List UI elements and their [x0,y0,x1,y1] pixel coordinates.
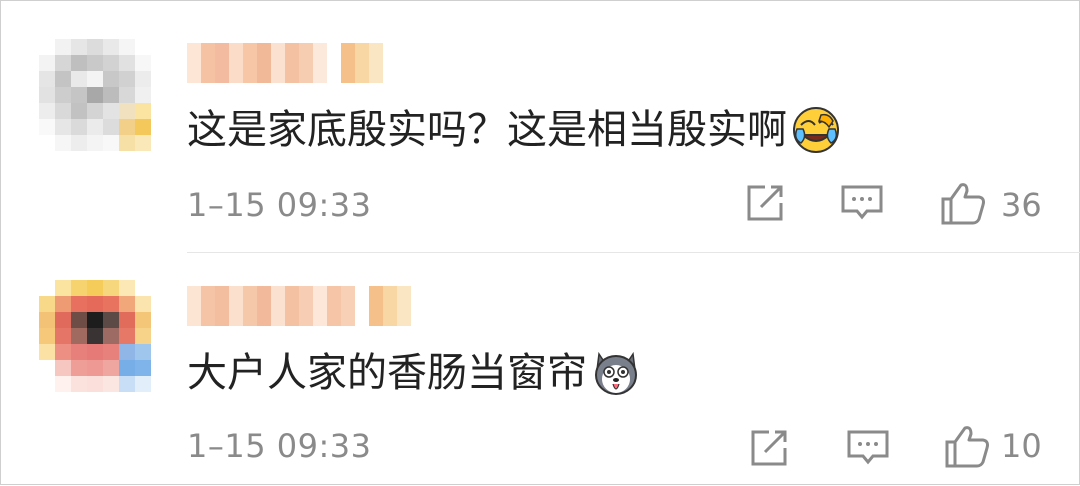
like-button[interactable] [943,422,991,470]
reply-button[interactable] [845,428,891,470]
thumbs-up-icon [945,426,989,468]
share-button[interactable] [743,181,787,225]
comment-icon [847,430,889,465]
like-count: 10 [1001,427,1042,465]
comment-text: 这是家底殷实吗？这是相当殷实啊 [187,105,841,155]
husky-dog-emoji-icon [591,348,641,398]
comment-text-content: 大户人家的香肠当窗帘 [187,350,587,396]
share-icon [747,185,783,221]
comment-text-content: 这是家底殷实吗？这是相当殷实啊 [187,107,787,153]
comment-time: 1–15 09:33 [187,186,372,224]
like-count: 36 [1001,186,1042,224]
comment-time: 1–15 09:33 [187,427,372,465]
laughing-crying-emoji-icon [791,105,841,155]
comment-item: 这是家底殷实吗？这是相当殷实啊 1–15 09:33 36 [1,1,1080,241]
like-button[interactable] [939,179,987,227]
avatar[interactable] [39,280,151,392]
comment-text: 大户人家的香肠当窗帘 [187,348,641,398]
thumbs-up-icon [941,183,985,225]
username[interactable] [187,286,411,326]
comment-list: 这是家底殷实吗？这是相当殷实啊 1–15 09:33 36 大户人家的香肠当窗帘… [0,0,1080,485]
comment-item: 大户人家的香肠当窗帘 1–15 09:33 10 [1,246,1080,486]
reply-button[interactable] [839,183,885,225]
share-icon [751,430,787,466]
username[interactable] [187,43,383,83]
avatar[interactable] [39,39,151,151]
comment-icon [841,185,883,220]
share-button[interactable] [747,426,791,470]
